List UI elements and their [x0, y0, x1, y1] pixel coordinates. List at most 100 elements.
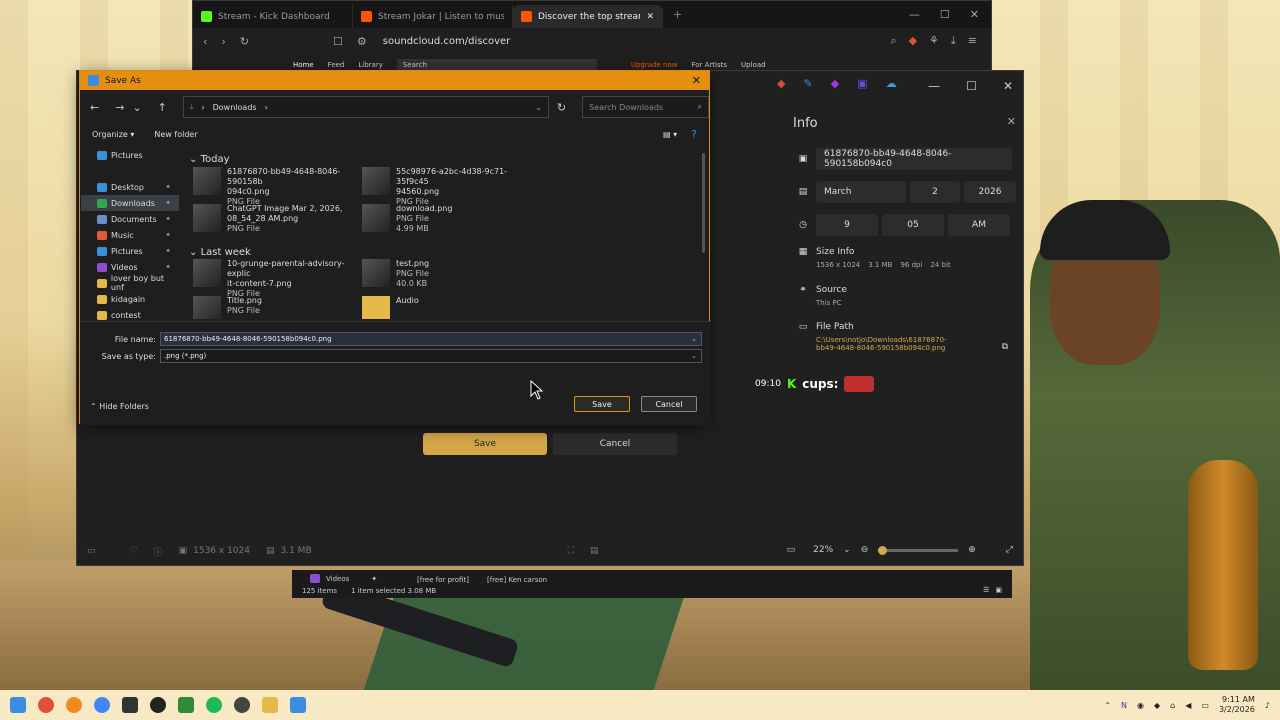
extensions-icon[interactable]: ⚘ — [929, 34, 939, 48]
sc-nav-home[interactable]: Home — [293, 61, 314, 69]
discord-icon[interactable]: ◆ — [1154, 701, 1160, 710]
nav-item[interactable]: lover boy but unf — [81, 274, 179, 292]
sc-nav-feed[interactable]: Feed — [328, 61, 345, 69]
pen-icon[interactable]: ✎ — [803, 77, 812, 90]
sc-upgrade[interactable]: Upgrade now — [631, 61, 678, 69]
brave-icon[interactable] — [38, 697, 54, 713]
network-icon[interactable]: ⌂ — [1170, 701, 1175, 710]
file-item[interactable]: Audio — [362, 296, 527, 319]
browser-tab-soundcloud-album[interactable]: Stream Jokar | Listen to music album — [353, 5, 513, 28]
onenote-icon[interactable]: N — [1121, 701, 1127, 710]
nav-item[interactable]: Documents ✦ — [81, 211, 179, 227]
month-field[interactable]: March — [816, 181, 906, 203]
app2-icon[interactable]: ▣ — [857, 77, 867, 90]
download-icon[interactable]: ⤓ — [951, 34, 956, 48]
file-item[interactable]: 10-grunge-parental-advisory-explic it-con… — [193, 259, 358, 299]
photos-icon[interactable] — [290, 697, 306, 713]
close-icon[interactable]: ✕ — [970, 8, 979, 21]
app-icon[interactable]: ◆ — [831, 77, 839, 90]
year-field[interactable]: 2026 — [964, 181, 1016, 203]
viewer-cancel-button[interactable]: Cancel — [553, 433, 677, 455]
onedrive-icon[interactable]: ☁ — [886, 77, 897, 90]
zoom-slider-knob[interactable] — [878, 545, 888, 555]
chevron-down-icon[interactable]: ⌄ — [132, 101, 141, 114]
zoom-slider[interactable] — [878, 545, 959, 555]
clock[interactable]: 9:11 AM 3/2/2026 — [1219, 695, 1255, 715]
help-icon[interactable]: ? — [691, 128, 697, 141]
details-view-icon[interactable]: ☰ — [983, 586, 989, 594]
site-info-icon[interactable]: ⚙ — [357, 35, 367, 48]
back-arrow-icon[interactable]: ← — [90, 101, 99, 114]
up-arrow-icon[interactable]: ↑ — [158, 101, 167, 114]
zoom-in-icon[interactable]: ⊕ — [968, 545, 976, 555]
expand-icon[interactable]: ⤢ — [1006, 545, 1013, 555]
file-item[interactable]: 55c98976-a2bc-4d38-9c71-35f9c45 94560.png… — [362, 167, 527, 207]
ampm-field[interactable]: AM — [948, 214, 1010, 236]
nav-item[interactable]: Downloads ✦ — [81, 195, 179, 211]
group-last-week[interactable]: ⌄ Last week — [189, 247, 251, 258]
zoom-out-icon[interactable]: ⊖ — [861, 545, 869, 555]
filename-field[interactable]: 61876870-bb49-4648-8046-590158b094c0 — [816, 148, 1012, 170]
refresh-icon[interactable]: ↻ — [557, 101, 566, 114]
browser-tab-soundcloud-discover[interactable]: Discover the top streamed music ✕ — [513, 5, 663, 28]
compare-icon[interactable]: ▤ — [590, 546, 599, 556]
hour-field[interactable]: 9 — [816, 214, 878, 236]
browser-tab-kick[interactable]: Stream - Kick Dashboard — [193, 5, 353, 28]
nav-item[interactable]: Pictures — [81, 147, 179, 163]
scrollbar[interactable] — [702, 153, 705, 253]
new-folder-button[interactable]: New folder — [154, 130, 197, 139]
close-info-icon[interactable]: ✕ — [1007, 115, 1016, 128]
save-button[interactable]: Save — [574, 396, 630, 412]
file-name-input[interactable]: 61876870-bb49-4648-8046-590158b094c0.png… — [160, 332, 702, 346]
maximize-icon[interactable]: ☐ — [966, 79, 977, 93]
file-item[interactable]: 61876870-bb49-4648-8046-590158b 094c0.png… — [193, 167, 358, 207]
file-path-line1[interactable]: C:\Users\notjo\Downloads\61876870- — [816, 336, 1002, 344]
app-icon[interactable] — [122, 697, 138, 713]
maximize-icon[interactable]: ☐ — [940, 8, 950, 21]
organize-button[interactable]: Organize ▾ — [92, 130, 134, 139]
forward-icon[interactable]: › — [221, 35, 225, 48]
steam-icon[interactable]: ◉ — [1137, 701, 1144, 710]
sc-for-artists[interactable]: For Artists — [691, 61, 727, 69]
file-explorer-icon[interactable] — [262, 697, 278, 713]
nav-item[interactable]: Videos ✦ — [81, 259, 179, 275]
file-item[interactable]: ChatGPT Image Mar 2, 2026, 08_54_28 AM.pn… — [193, 204, 358, 234]
nav-item[interactable]: kidagain — [81, 291, 179, 307]
info-icon[interactable]: ⓘ — [154, 545, 163, 558]
chatgpt-icon[interactable] — [234, 697, 250, 713]
fullscreen-icon[interactable]: ▭ — [787, 545, 796, 555]
day-field[interactable]: 2 — [910, 181, 960, 203]
notification-bell-icon[interactable]: ♪ — [1265, 701, 1270, 710]
tiles-view-icon[interactable]: ▣ — [995, 586, 1002, 594]
chevron-down-icon[interactable]: ⌄ — [691, 352, 701, 360]
chevron-up-icon[interactable]: ⌃ — [1104, 701, 1111, 710]
close-tab-icon[interactable]: ✕ — [646, 12, 654, 22]
close-icon[interactable]: ✕ — [692, 74, 709, 87]
minecraft-icon[interactable] — [178, 697, 194, 713]
explorer-item[interactable]: [free] Ken carson — [487, 576, 547, 584]
chevron-down-icon[interactable]: ⌄ — [691, 335, 701, 343]
heart-icon[interactable]: ♡ — [130, 546, 138, 556]
nav-item[interactable]: Desktop ✦ — [81, 179, 179, 195]
chevron-down-icon[interactable]: ⌄ — [843, 545, 851, 555]
volume-icon[interactable]: ◀ — [1185, 701, 1191, 710]
cancel-button[interactable]: Cancel — [641, 396, 697, 412]
file-path-line2[interactable]: bb49-4648-8046-590158b094c0.png — [816, 344, 1002, 352]
chevron-down-icon[interactable]: ⌄ — [535, 103, 548, 112]
viewer-save-button[interactable]: Save — [423, 433, 547, 455]
fit-icon[interactable]: ⛶ — [568, 546, 574, 556]
nav-item[interactable]: Pictures ✦ — [81, 243, 179, 259]
spotify-icon[interactable] — [206, 697, 222, 713]
save-type-select[interactable]: .png (*.png) ⌄ — [160, 349, 702, 363]
sc-upload[interactable]: Upload — [741, 61, 766, 69]
back-icon[interactable]: ‹ — [203, 35, 207, 48]
new-tab-icon[interactable]: + — [663, 8, 682, 21]
explorer-item[interactable]: [free for profit] — [417, 576, 469, 584]
minimize-icon[interactable]: — — [909, 8, 920, 21]
view-options-icon[interactable]: ▤ ▾ — [663, 130, 677, 139]
filmstrip-icon[interactable]: ▭ — [87, 546, 96, 556]
shield-icon[interactable]: ◆ — [909, 34, 917, 48]
minute-field[interactable]: 05 — [882, 214, 944, 236]
url-field[interactable]: soundcloud.com/discover — [383, 36, 510, 47]
file-item[interactable]: test.png PNG File 40.0 KB — [362, 259, 527, 289]
